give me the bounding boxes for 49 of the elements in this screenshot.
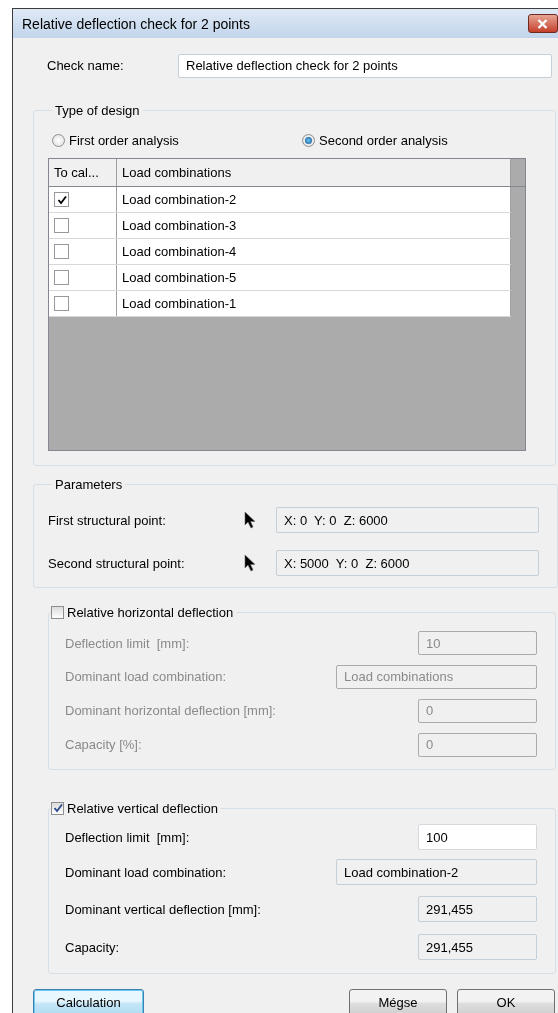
field-label: Dominant load combination:: [65, 669, 227, 684]
field-label: Dominant vertical deflection [mm]:: [65, 901, 261, 917]
field-label: Capacity:: [65, 939, 120, 955]
value-field: 0: [418, 732, 537, 757]
combo-field[interactable]: Load combination-2: [336, 859, 537, 885]
radio-button[interactable]: [302, 133, 315, 147]
dialog-button[interactable]: Mégse: [349, 989, 447, 1013]
value-field: 291,455: [418, 896, 537, 922]
field-label: Dominant horizontal deflection [mm]:: [65, 703, 276, 718]
field-label: Dominant load combination:: [65, 864, 227, 880]
window-title: Relative deflection check for 2 points: [22, 15, 250, 32]
point-field: X: 0 Y: 0 Z: 6000: [276, 507, 539, 533]
close-icon: [537, 18, 548, 29]
field-label: Check name:: [46, 58, 125, 73]
checkbox[interactable]: [54, 192, 69, 207]
checkbox[interactable]: [51, 801, 64, 815]
checkbox[interactable]: [54, 244, 69, 259]
value-field: 0: [418, 698, 537, 723]
group-title[interactable]: Relative vertical deflection: [67, 800, 219, 816]
pick-point-icon[interactable]: [244, 511, 256, 529]
field-label: Deflection limit [mm]:: [65, 829, 190, 845]
checkbox[interactable]: [54, 270, 69, 285]
table-cell: Load combination-4: [117, 239, 511, 264]
group-title: Parameters: [55, 476, 123, 492]
close-button[interactable]: [528, 14, 558, 33]
value-field: 291,455: [418, 934, 537, 960]
dialog-button[interactable]: Calculation: [33, 989, 144, 1013]
checkbox[interactable]: [54, 296, 69, 311]
table-cell: Load combination-1: [117, 291, 511, 316]
column-header[interactable]: To cal...: [49, 159, 117, 186]
pick-point-icon[interactable]: [244, 554, 256, 572]
table-cell: Load combination-3: [117, 213, 511, 238]
table-cell: Load combination-2: [117, 187, 511, 212]
group-title: Type of design: [55, 102, 140, 118]
checkbox[interactable]: [51, 605, 64, 619]
dialog-button[interactable]: OK: [457, 989, 555, 1013]
checkbox[interactable]: [54, 218, 69, 233]
point-field: X: 5000 Y: 0 Z: 6000: [276, 550, 539, 576]
input-field[interactable]: 100: [418, 824, 537, 850]
field-label: Deflection limit [mm]:: [65, 635, 190, 651]
table-cell: Load combination-5: [117, 265, 511, 290]
field-label: Capacity [%]:: [65, 737, 142, 752]
field-label: First structural point:: [48, 512, 167, 528]
field-label: Second structural point:: [48, 555, 186, 571]
radio-label[interactable]: First order analysis: [69, 132, 179, 148]
radio-label[interactable]: Second order analysis: [319, 132, 448, 148]
check-name-field[interactable]: Relative deflection check for 2 points: [178, 53, 552, 78]
radio-button[interactable]: [52, 133, 65, 147]
group-title[interactable]: Relative horizontal deflection: [67, 604, 234, 620]
